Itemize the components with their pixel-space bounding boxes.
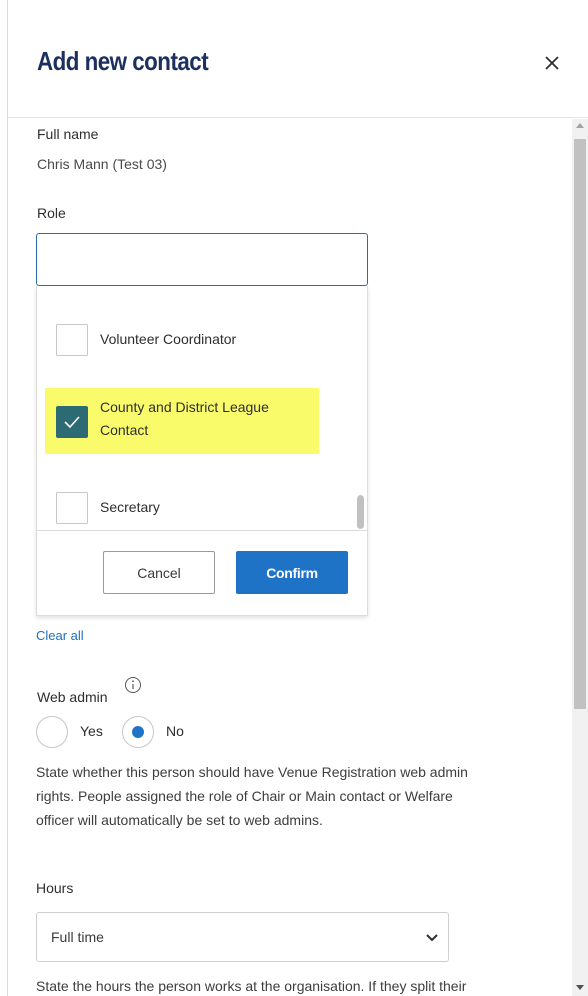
full-name-label: Full name <box>37 126 99 142</box>
scroll-up-arrow-icon[interactable] <box>576 123 584 128</box>
clear-all-link[interactable]: Clear all <box>36 628 84 643</box>
web-admin-no-label: No <box>166 723 184 739</box>
checkbox[interactable] <box>56 324 88 356</box>
dropdown-scrollbar-thumb[interactable] <box>357 495 364 529</box>
confirm-button[interactable]: Confirm <box>236 551 348 594</box>
hours-selected-value: Full time <box>51 929 104 945</box>
cancel-button[interactable]: Cancel <box>103 551 215 594</box>
option-label: Secretary <box>100 499 160 515</box>
scrollbar-thumb[interactable] <box>574 139 586 709</box>
dropdown-divider <box>37 530 367 531</box>
checkbox[interactable] <box>56 492 88 524</box>
dialog-body: Full name Chris Mann (Test 03) Role Volu… <box>8 119 572 996</box>
role-option-secretary[interactable]: Secretary <box>37 476 367 536</box>
full-name-value: Chris Mann (Test 03) <box>37 156 167 172</box>
info-icon[interactable] <box>124 676 142 694</box>
role-input[interactable] <box>36 233 368 286</box>
web-admin-label: Web admin <box>37 689 108 705</box>
chevron-down-icon <box>426 934 438 942</box>
role-label: Role <box>37 205 66 221</box>
description-line: rights. People assigned the role of Chai… <box>36 788 453 804</box>
checkbox-checked[interactable] <box>56 406 88 438</box>
dialog-header: Add new contact <box>8 0 588 118</box>
hours-select[interactable]: Full time <box>36 912 449 962</box>
role-option-county-district-league-contact[interactable]: County and District League Contact <box>37 390 367 450</box>
description-line: State whether this person should have Ve… <box>36 764 468 780</box>
scroll-down-arrow-icon[interactable] <box>576 985 584 990</box>
web-admin-yes-radio[interactable] <box>36 716 68 748</box>
dialog-title: Add new contact <box>37 46 209 76</box>
option-label-line1: County and District League <box>100 399 269 415</box>
web-admin-no-radio[interactable] <box>122 716 154 748</box>
close-button[interactable] <box>541 52 563 74</box>
hours-description: State the hours the person works at the … <box>36 978 467 994</box>
close-icon <box>545 56 559 70</box>
option-label-line2: Contact <box>100 422 149 438</box>
hours-label: Hours <box>36 880 74 896</box>
role-option-volunteer-coordinator[interactable]: Volunteer Coordinator <box>37 308 367 368</box>
web-admin-yes-label: Yes <box>80 723 103 739</box>
option-label: County and District League Contact <box>100 396 269 442</box>
page-scrollbar[interactable] <box>572 119 588 996</box>
web-admin-description: State whether this person should have Ve… <box>36 760 556 832</box>
description-line: officer will automatically be set to web… <box>36 812 323 828</box>
option-label: Volunteer Coordinator <box>100 331 237 347</box>
role-dropdown: Volunteer Coordinator County and Distric… <box>36 286 368 616</box>
checkmark-icon <box>64 416 80 429</box>
